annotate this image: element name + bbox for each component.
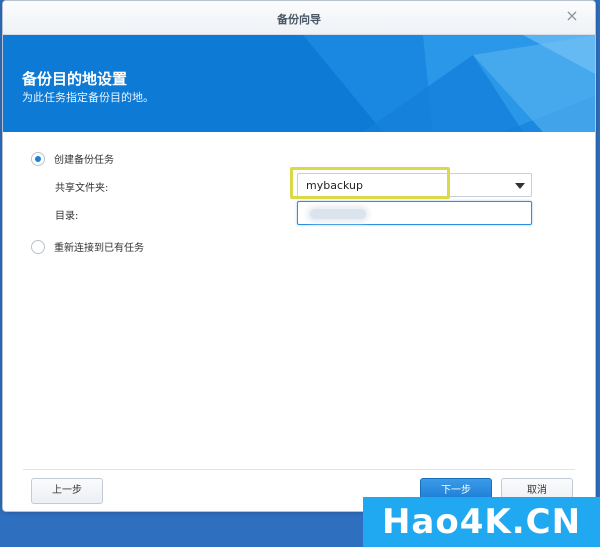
close-icon[interactable]: × [563, 7, 581, 25]
create-task-label: 创建备份任务 [54, 155, 114, 166]
backup-wizard-dialog: 备份向导 × 备份目的地设置 为此任务指定备份目的地。 创建备份任务 共享文件夹… [2, 0, 596, 512]
watermark-logo: Hao4K.CN [363, 497, 600, 547]
shared-folder-value: mybackup [306, 179, 363, 192]
dialog-titlebar: 备份向导 × [3, 1, 595, 35]
dialog-title: 备份向导 [277, 13, 321, 26]
banner-subheading: 为此任务指定备份目的地。 [22, 91, 154, 104]
chevron-down-icon[interactable] [515, 183, 525, 189]
create-task-option[interactable]: 创建备份任务 [31, 151, 114, 166]
create-task-radio[interactable] [31, 151, 45, 166]
directory-input[interactable] [297, 201, 532, 225]
reconnect-task-option[interactable]: 重新连接到已有任务 [31, 239, 144, 254]
previous-button[interactable]: 上一步 [31, 478, 103, 504]
shared-folder-select[interactable]: mybackup [297, 173, 532, 197]
directory-label: 目录: [55, 211, 79, 222]
reconnect-task-radio[interactable] [31, 239, 45, 254]
shared-folder-label: 共享文件夹: [55, 183, 109, 194]
reconnect-task-label: 重新连接到已有任务 [54, 243, 144, 254]
header-banner: 备份目的地设置 为此任务指定备份目的地。 [3, 35, 595, 132]
dialog-footer-divider [23, 469, 575, 470]
blurred-directory-value [310, 209, 366, 219]
banner-heading: 备份目的地设置 [22, 70, 128, 88]
